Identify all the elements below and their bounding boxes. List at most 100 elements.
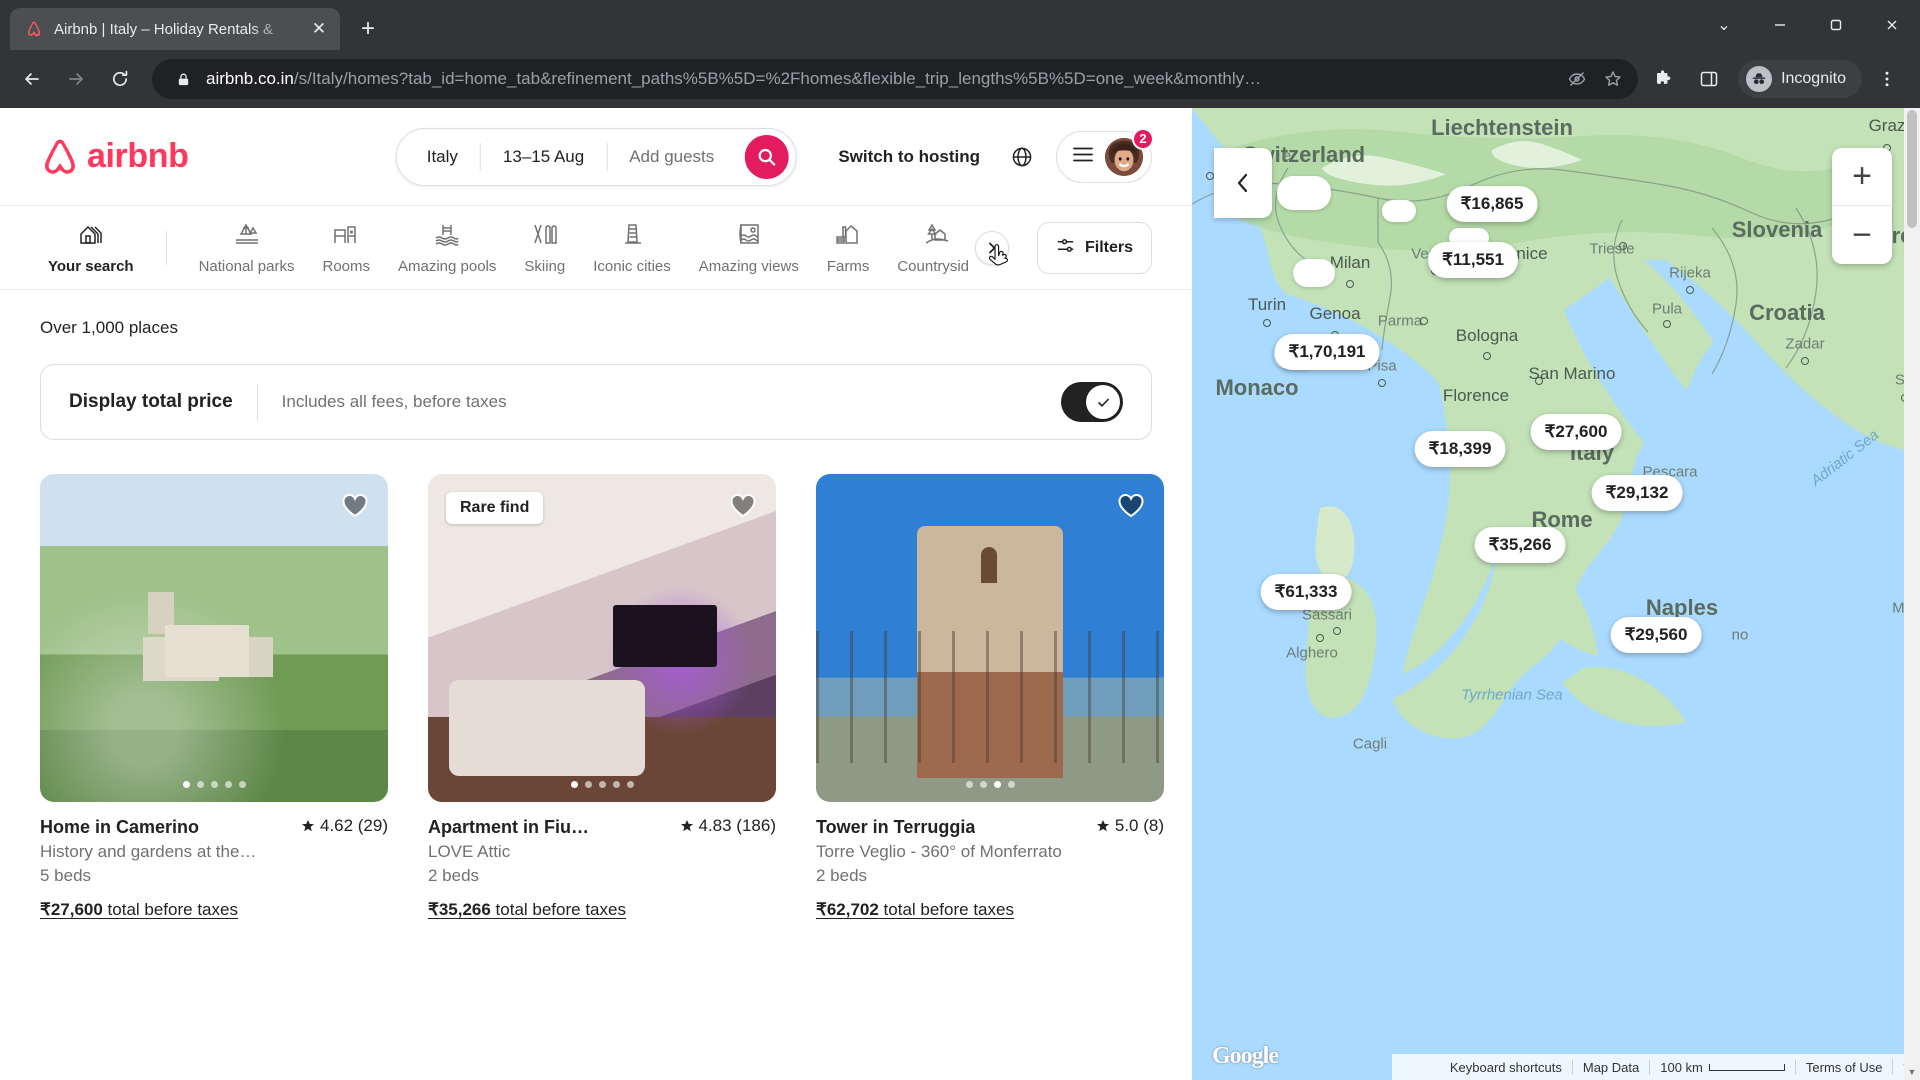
terms-of-use-link[interactable]: Terms of Use (1794, 1059, 1893, 1075)
category-iconic-cities[interactable]: Iconic cities (579, 214, 685, 281)
photo-dot[interactable] (626, 781, 634, 788)
photo-dot[interactable] (598, 781, 606, 788)
search-location[interactable]: Italy (405, 147, 480, 167)
listing-title: Home in Camerino (40, 817, 200, 837)
listing-price[interactable]: ₹62,702 total before taxes (816, 900, 1164, 920)
photo-dot[interactable] (993, 781, 1001, 788)
listing-price[interactable]: ₹35,266 total before taxes (428, 900, 776, 920)
category-rooms[interactable]: Rooms (308, 214, 384, 281)
photo-dot[interactable] (210, 781, 218, 788)
map-zoom-out-button[interactable]: − (1832, 206, 1892, 264)
map-price-pin[interactable]: ₹11,551 (1428, 242, 1518, 278)
browser-tab[interactable]: Airbnb | Italy – Holiday Rentals & ✕ (10, 8, 340, 50)
new-tab-button[interactable]: + (350, 11, 386, 47)
listing-rating-text: 5.0 (8) (1114, 816, 1164, 835)
skiing-icon (530, 220, 560, 250)
category-your-search[interactable]: Your search (34, 214, 148, 281)
forward-button[interactable] (56, 59, 96, 99)
photo-dot[interactable] (1007, 781, 1015, 788)
hamburger-icon (1073, 147, 1093, 167)
bookmark-star-icon[interactable] (1600, 66, 1626, 92)
map-price-pin[interactable]: ₹29,560 (1610, 617, 1702, 653)
listing-rating: 4.83 (186) (680, 816, 776, 836)
listing-photo[interactable]: Rare find (428, 474, 776, 802)
map-cluster-blob[interactable] (1382, 200, 1416, 222)
switch-to-hosting-link[interactable]: Switch to hosting (822, 135, 996, 179)
category-amazing-views[interactable]: Amazing views (685, 214, 813, 281)
keyboard-shortcuts-link[interactable]: Keyboard shortcuts (1440, 1060, 1572, 1075)
wishlist-heart-icon[interactable] (1116, 490, 1146, 520)
map-panel[interactable]: Liechtenstein Switzerland Graz Slovenia … (1192, 108, 1920, 1080)
photo-dot[interactable] (224, 781, 232, 788)
tab-search-chevron-icon[interactable]: ⌄ (1696, 0, 1752, 50)
listing-photo[interactable] (816, 474, 1164, 802)
page-scrollbar[interactable]: ▲ ▼ (1904, 108, 1920, 1080)
minimize-button[interactable] (1752, 0, 1808, 50)
map-zoom-in-button[interactable]: + (1832, 148, 1892, 206)
category-label: Amazing views (698, 258, 799, 275)
map-price-pin[interactable]: ₹61,333 (1260, 574, 1352, 610)
map-price-pin[interactable]: ₹35,266 (1474, 527, 1566, 563)
close-window-button[interactable] (1864, 0, 1920, 50)
category-amazing-pools[interactable]: Amazing pools (384, 214, 510, 281)
globe-icon[interactable] (1000, 135, 1044, 179)
category-countryside[interactable]: Countryside (883, 214, 969, 281)
map-price-pin[interactable]: ₹18,399 (1414, 431, 1506, 467)
photo-dot[interactable] (570, 781, 578, 788)
map-collapse-button[interactable] (1214, 148, 1272, 218)
browser-toolbar: airbnb.co.in/s/Italy/homes?tab_id=home_t… (0, 50, 1920, 108)
listing-price-amount: ₹35,266 (428, 900, 491, 919)
tab-close-icon[interactable]: ✕ (308, 18, 330, 40)
tracking-protection-icon[interactable] (1564, 66, 1590, 92)
filters-button[interactable]: Filters (1036, 221, 1152, 274)
wishlist-heart-icon[interactable] (728, 490, 758, 520)
city-dot (1619, 242, 1627, 250)
search-bar[interactable]: Italy 13–15 Aug Add guests (395, 127, 797, 186)
side-panel-icon[interactable] (1688, 58, 1730, 100)
categories-next-button[interactable] (974, 230, 1009, 265)
map-data-link[interactable]: Map Data (1571, 1059, 1649, 1075)
map-price-pin[interactable]: ₹1,70,191 (1274, 334, 1380, 370)
scrollbar-thumb[interactable] (1907, 110, 1917, 228)
photo-dot[interactable] (612, 781, 620, 788)
display-total-price-toggle[interactable] (1061, 382, 1123, 422)
photo-dot[interactable] (182, 781, 190, 788)
search-dates[interactable]: 13–15 Aug (481, 147, 606, 167)
category-farms[interactable]: Farms (813, 214, 884, 281)
scroll-down-arrow-icon[interactable]: ▼ (1904, 1064, 1920, 1080)
incognito-profile-chip[interactable]: Incognito (1738, 60, 1862, 98)
category-skiing[interactable]: Skiing (510, 214, 579, 281)
search-submit-button[interactable] (744, 134, 789, 179)
map-cluster-blob[interactable] (1277, 176, 1331, 210)
photo-dot[interactable] (196, 781, 204, 788)
listing-card[interactable]: Home in Camerino 4.62 (29) History and g… (40, 474, 388, 920)
photo-dot[interactable] (238, 781, 246, 788)
listing-card[interactable]: Rare find Apartment in Fiu… 4.83 (186) L… (428, 474, 776, 920)
map-cluster-blob[interactable] (1293, 259, 1335, 287)
map-price-pin[interactable]: ₹16,865 (1446, 186, 1538, 222)
category-label: National parks (198, 258, 295, 275)
category-label: Farms (826, 258, 870, 275)
chrome-menu-icon[interactable] (1866, 58, 1908, 100)
photo-dot[interactable] (965, 781, 973, 788)
listing-title-row: Apartment in Fiu… 4.83 (186) (428, 816, 776, 838)
listing-photo[interactable] (40, 474, 388, 802)
address-bar[interactable]: airbnb.co.in/s/Italy/homes?tab_id=home_t… (152, 59, 1639, 99)
maximize-button[interactable] (1808, 0, 1864, 50)
total-price-divider (256, 384, 258, 420)
search-guests[interactable]: Add guests (607, 147, 736, 167)
photo-dot[interactable] (979, 781, 987, 788)
reload-button[interactable] (100, 59, 140, 99)
map-price-pin[interactable]: ₹29,132 (1591, 475, 1683, 511)
user-menu-button[interactable]: 2 (1056, 127, 1154, 183)
airbnb-logo[interactable]: airbnb (40, 136, 189, 178)
listing-card[interactable]: Tower in Terruggia 5.0 (8) Torre Veglio … (816, 474, 1164, 920)
category-national-parks[interactable]: National parks (185, 214, 309, 281)
browser-window: Airbnb | Italy – Holiday Rentals & ✕ + ⌄ (0, 0, 1920, 1080)
map-price-pin[interactable]: ₹27,600 (1530, 414, 1622, 450)
wishlist-heart-icon[interactable] (340, 490, 370, 520)
photo-dot[interactable] (584, 781, 592, 788)
extensions-icon[interactable] (1642, 58, 1684, 100)
listing-price[interactable]: ₹27,600 total before taxes (40, 900, 388, 920)
back-button[interactable] (12, 59, 52, 99)
